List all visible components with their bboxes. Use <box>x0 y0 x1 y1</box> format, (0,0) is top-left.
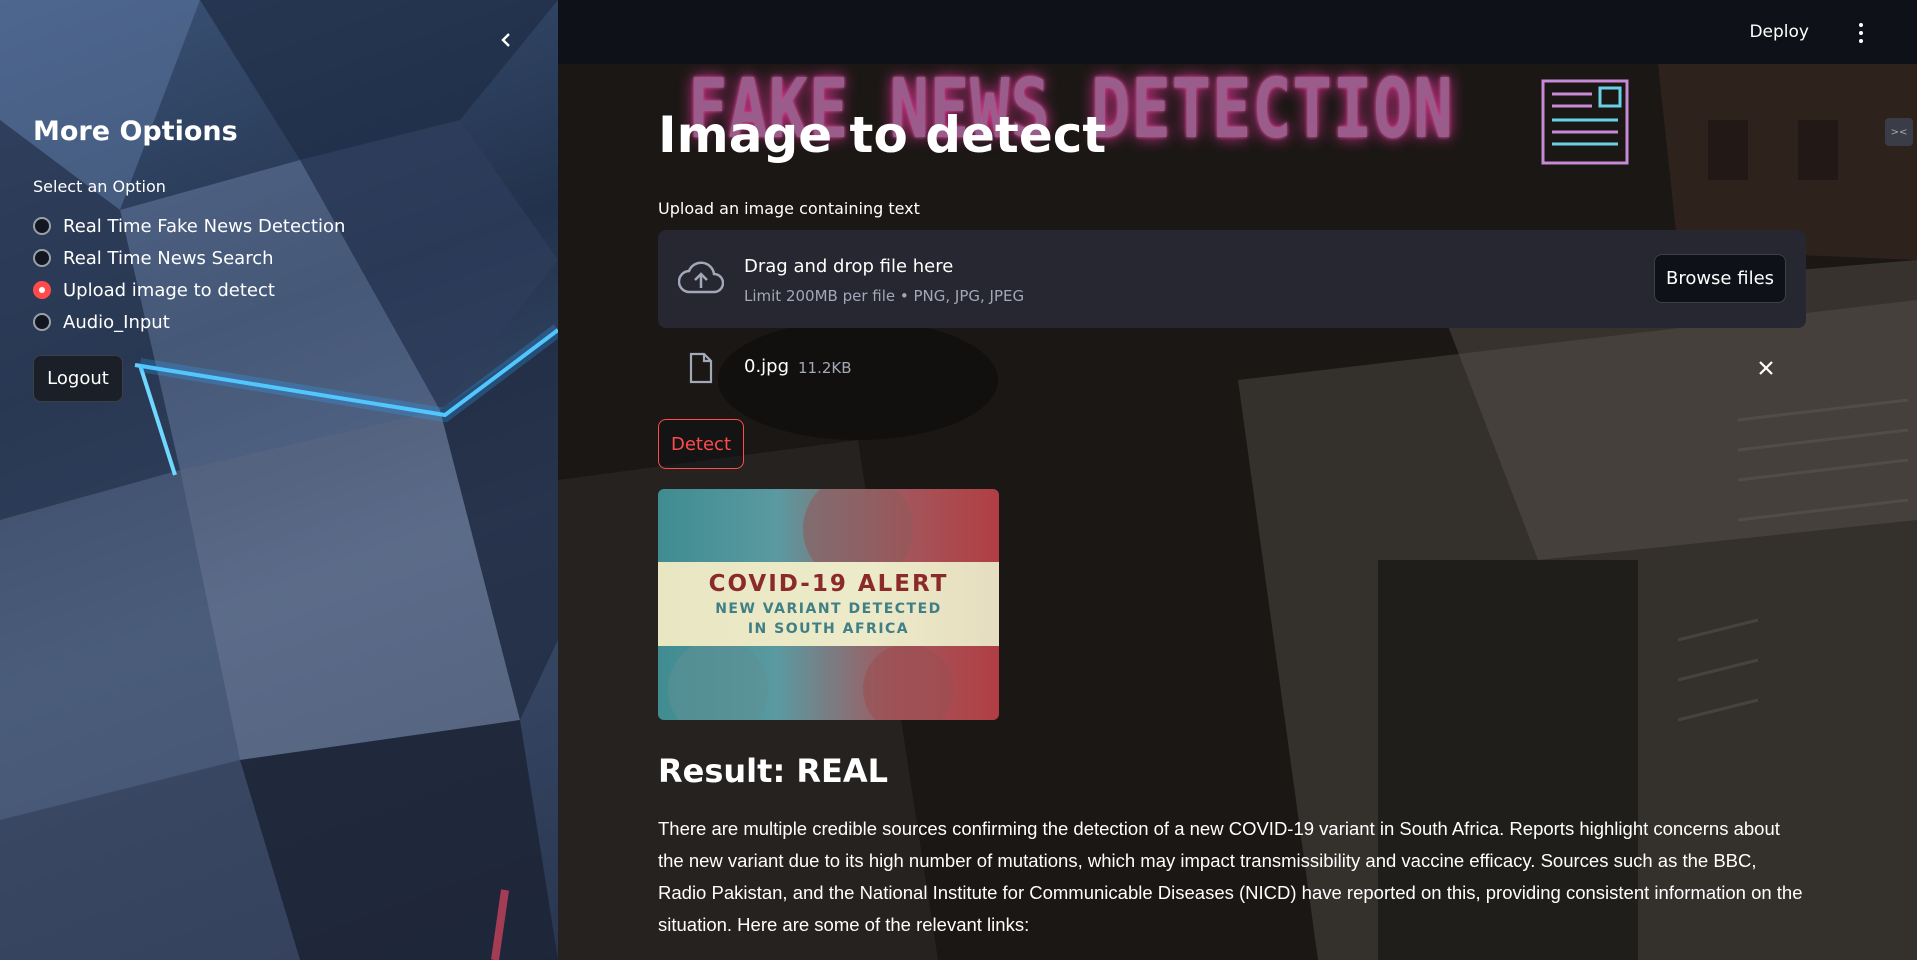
deploy-button[interactable]: Deploy <box>1749 22 1809 42</box>
radio-button[interactable] <box>33 313 51 331</box>
radio-real-time-news-search[interactable]: Real Time News Search <box>33 242 345 274</box>
page-title: Image to detect <box>658 106 1107 164</box>
dropzone-title: Drag and drop file here <box>744 256 954 277</box>
radio-upload-image-to-detect[interactable]: Upload image to detect <box>33 274 345 306</box>
radio-button-selected[interactable] <box>33 281 51 299</box>
top-header-bar: Deploy <box>558 0 1917 64</box>
radio-label: Upload image to detect <box>63 279 275 301</box>
main-content: Deploy FAKE NEWS DETECTION >< Image to d… <box>558 0 1917 960</box>
radio-real-time-fake-news-detection[interactable]: Real Time Fake News Detection <box>33 210 345 242</box>
radio-audio-input[interactable]: Audio_Input <box>33 306 345 338</box>
preview-subline-1: NEW VARIANT DETECTED <box>715 601 942 617</box>
result-explanation: There are multiple credible sources conf… <box>658 818 1803 935</box>
radio-label: Real Time Fake News Detection <box>63 215 346 237</box>
option-radio-group: Real Time Fake News Detection Real Time … <box>33 210 345 338</box>
dropzone-limits: Limit 200MB per file • PNG, JPG, JPEG <box>744 287 1025 305</box>
kebab-menu-icon[interactable] <box>1849 18 1873 48</box>
close-icon[interactable] <box>1754 356 1778 380</box>
sidebar-title: More Options <box>33 116 238 147</box>
browse-files-button[interactable]: Browse files <box>1654 254 1786 303</box>
cloud-upload-icon <box>678 261 724 294</box>
code-toggle-icon[interactable]: >< <box>1885 118 1913 146</box>
logout-button[interactable]: Logout <box>33 355 123 402</box>
uploaded-image-preview: COVID-19 ALERT NEW VARIANT DETECTED IN S… <box>658 489 999 720</box>
sidebar: More Options Select an Option Real Time … <box>0 0 558 960</box>
file-dropzone[interactable]: Drag and drop file here Limit 200MB per … <box>658 230 1806 328</box>
newspaper-icon <box>1541 79 1629 165</box>
collapse-sidebar-button[interactable] <box>490 24 522 56</box>
chevron-left-icon <box>501 33 510 47</box>
alert-band: COVID-19 ALERT NEW VARIANT DETECTED IN S… <box>658 562 999 646</box>
file-icon <box>689 352 713 384</box>
file-name: 0.jpg <box>744 356 790 377</box>
detect-button[interactable]: Detect <box>658 419 744 469</box>
uploaded-file-row: 0.jpg 11.2KB <box>658 340 1806 396</box>
radio-button[interactable] <box>33 249 51 267</box>
radio-label: Audio_Input <box>63 311 170 333</box>
option-select-label: Select an Option <box>33 177 166 196</box>
upload-label: Upload an image containing text <box>658 199 920 218</box>
radio-button[interactable] <box>33 217 51 235</box>
radio-label: Real Time News Search <box>63 247 274 269</box>
file-size: 11.2KB <box>798 359 852 377</box>
preview-subline-2: IN SOUTH AFRICA <box>747 621 910 637</box>
preview-headline: COVID-19 ALERT <box>708 571 949 597</box>
result-heading: Result: REAL <box>658 752 889 790</box>
